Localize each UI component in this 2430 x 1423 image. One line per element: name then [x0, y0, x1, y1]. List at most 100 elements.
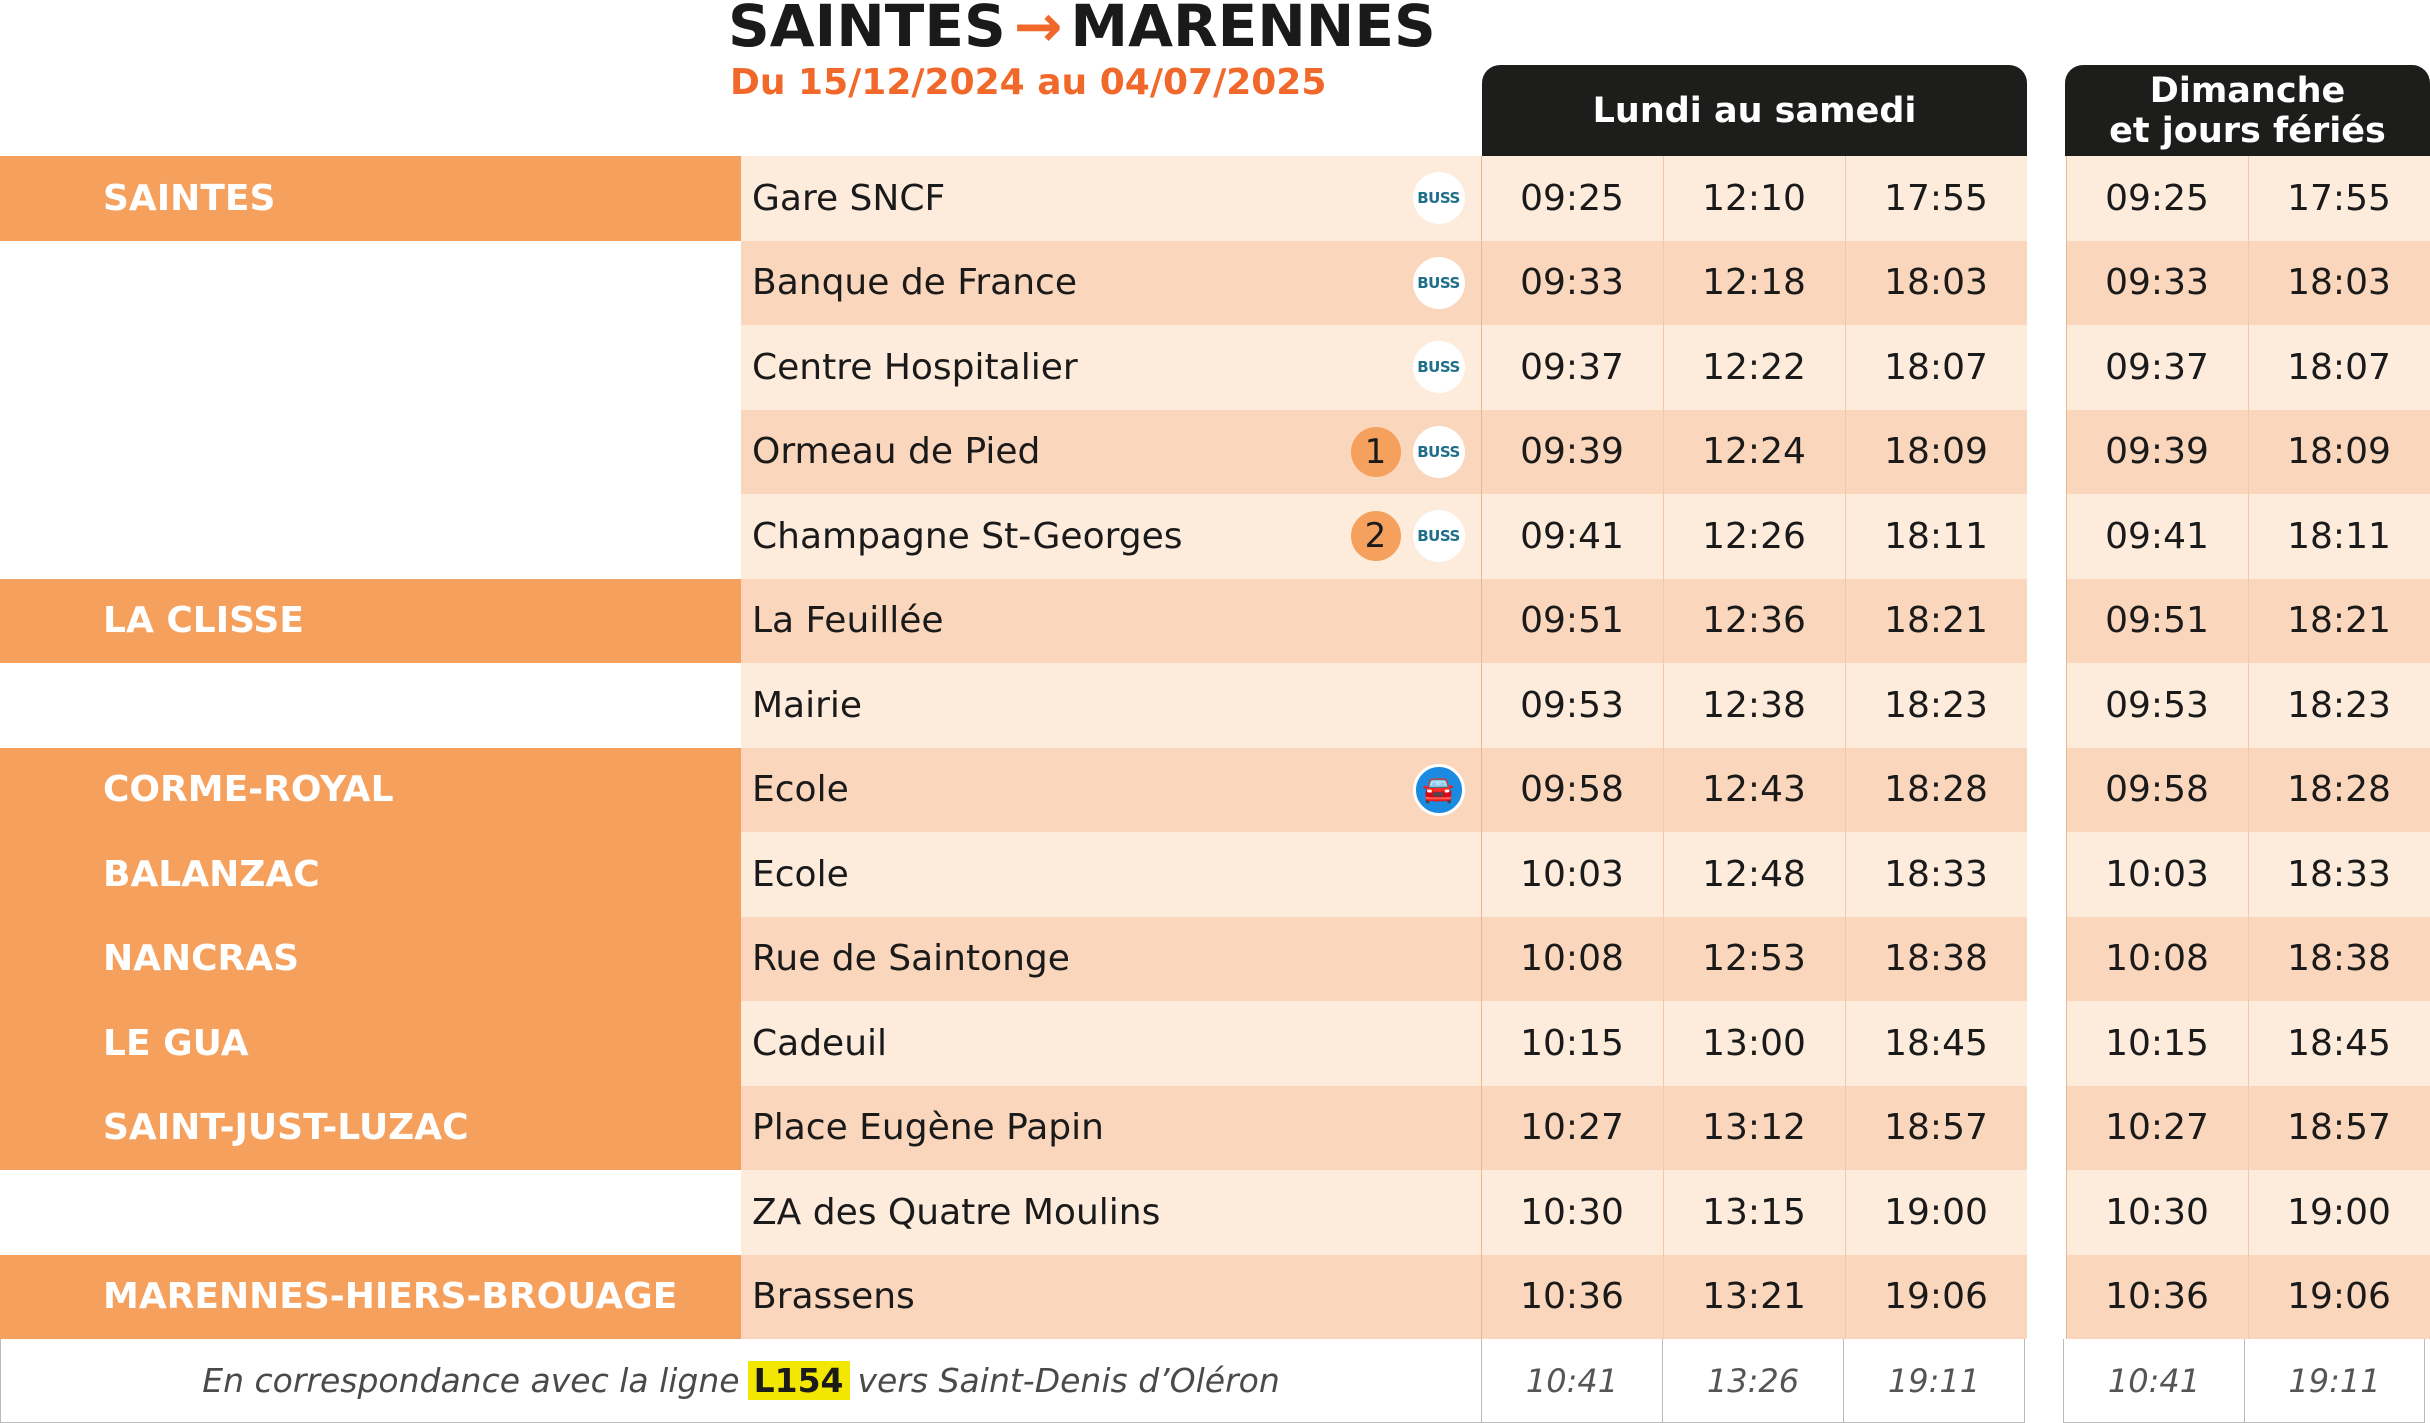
buss-logo-icon: BUSS	[1412, 256, 1465, 309]
departure-time: 09:33	[2065, 240, 2248, 325]
departure-time: 10:15	[2065, 1001, 2248, 1086]
departure-time: 12:26	[1662, 494, 1845, 579]
buss-logo-icon: BUSS	[1412, 172, 1465, 225]
stop-name: Champagne St-Georges	[752, 515, 1183, 557]
town-name: MARENNES-HIERS-BROUAGE	[0, 1254, 741, 1339]
validity-period: Du 15/12/2024 au 04/07/2025	[730, 62, 1327, 103]
connection-time: 13:26	[1662, 1339, 1843, 1423]
column-gap	[2026, 494, 2066, 579]
town-name: LA CLISSE	[0, 578, 741, 663]
departure-time: 10:15	[1480, 1001, 1663, 1086]
stop-name: Cadeuil	[752, 1022, 888, 1064]
connection-note: En correspondance avec la ligne L154 ver…	[0, 1339, 1481, 1423]
stop-name: Ormeau de Pied	[752, 431, 1041, 473]
departure-time: 18:23	[1844, 663, 2027, 748]
stop-name: Ecole	[752, 853, 849, 895]
town-name	[0, 494, 741, 579]
stop-cell: Cadeuil	[741, 1001, 1481, 1086]
departure-time: 10:30	[2065, 1170, 2248, 1255]
table-row: LE GUA Cadeuil 10:15 13:00 18:45 10:15 18:45	[0, 1001, 2430, 1086]
departure-time: 18:11	[2247, 494, 2430, 579]
departure-time: 09:51	[2065, 578, 2248, 663]
departure-time: 17:55	[1844, 156, 2027, 241]
departure-time: 10:08	[1480, 916, 1663, 1001]
departure-time: 18:38	[1844, 916, 2027, 1001]
departure-time: 18:57	[1844, 1085, 2027, 1170]
connection-note-before: En correspondance avec la ligne	[202, 1361, 740, 1400]
departure-time: 18:28	[2247, 747, 2430, 832]
departure-time: 18:33	[1844, 832, 2027, 917]
stop-cell: La Feuillée	[741, 578, 1481, 663]
departure-time: 19:06	[2247, 1254, 2430, 1339]
departure-time: 09:53	[1480, 663, 1663, 748]
departure-time: 18:28	[1844, 747, 2027, 832]
stop-name: Rue de Saintonge	[752, 938, 1070, 980]
stop-cell: Ormeau de Pied 1 BUSS	[741, 409, 1481, 494]
town-name: SAINTES	[0, 156, 741, 241]
stop-name: Brassens	[752, 1276, 915, 1318]
stop-cell: Ecole	[741, 832, 1481, 917]
header-weekdays: Lundi au samedi	[1482, 65, 2027, 156]
column-gap	[2026, 832, 2066, 917]
town-name: CORME-ROYAL	[0, 747, 741, 832]
column-gap	[2026, 1085, 2066, 1170]
stop-cell: Brassens	[741, 1254, 1481, 1339]
town-name	[0, 325, 741, 410]
table-row: Ormeau de Pied 1 BUSS 09:39 12:24 18:09 09:39 1…	[0, 409, 2430, 494]
departure-time: 10:36	[2065, 1254, 2248, 1339]
departure-time: 19:00	[1844, 1170, 2027, 1255]
timetable: SAINTES Gare SNCF BUSS 09:25 12:10 17:55 09:25…	[0, 156, 2430, 1339]
departure-time: 19:06	[1844, 1254, 2027, 1339]
table-row: Mairie 09:53 12:38 18:23 09:53 18:23	[0, 663, 2430, 748]
column-gap	[2026, 1170, 2066, 1255]
buss-logo-icon: BUSS	[1412, 425, 1465, 478]
stop-cell: ZA des Quatre Moulins	[741, 1170, 1481, 1255]
departure-time: 18:09	[2247, 409, 2430, 494]
town-name	[0, 1170, 741, 1255]
column-gap	[2024, 1339, 2063, 1423]
departure-time: 10:03	[1480, 832, 1663, 917]
stop-cell: Gare SNCF BUSS	[741, 156, 1481, 241]
town-name	[0, 409, 741, 494]
stop-name: Mairie	[752, 684, 863, 726]
departure-time: 09:39	[2065, 409, 2248, 494]
connection-time: 10:41	[1481, 1339, 1662, 1423]
departure-time: 09:58	[1480, 747, 1663, 832]
column-gap	[2026, 409, 2066, 494]
departure-time: 12:22	[1662, 325, 1845, 410]
stop-name: Centre Hospitalier	[752, 346, 1078, 388]
town-name: LE GUA	[0, 1001, 741, 1086]
column-gap	[2026, 325, 2066, 410]
departure-time: 18:23	[2247, 663, 2430, 748]
town-name: BALANZAC	[0, 832, 741, 917]
header-sunday: Dimanche et jours fériés	[2065, 65, 2430, 156]
table-row: Banque de France BUSS 09:33 12:18 18:03 09:33…	[0, 240, 2430, 325]
departure-time: 17:55	[2247, 156, 2430, 241]
connection-row: En correspondance avec la ligne L154 ver…	[0, 1339, 2430, 1423]
departure-time: 09:41	[2065, 494, 2248, 579]
departure-time: 09:39	[1480, 409, 1663, 494]
stop-cell: Banque de France BUSS	[741, 240, 1481, 325]
column-gap	[2026, 240, 2066, 325]
title-destination: MARENNES	[1070, 0, 1436, 60]
departure-time: 12:48	[1662, 832, 1845, 917]
departure-time: 09:58	[2065, 747, 2248, 832]
connection-time: 19:11	[1843, 1339, 2024, 1423]
column-gap	[2026, 1001, 2066, 1086]
departure-time: 13:15	[1662, 1170, 1845, 1255]
header-sunday-line2: et jours fériés	[2109, 110, 2386, 151]
table-row: ZA des Quatre Moulins 10:30 13:15 19:00 10:3…	[0, 1170, 2430, 1255]
table-row: LA CLISSE La Feuillée 09:51 12:36 18:21 09:51…	[0, 578, 2430, 663]
buss-logo-icon: BUSS	[1412, 510, 1465, 563]
departure-time: 19:00	[2247, 1170, 2430, 1255]
departure-time: 12:38	[1662, 663, 1845, 748]
departure-time: 18:07	[2247, 325, 2430, 410]
departure-time: 18:57	[2247, 1085, 2430, 1170]
departure-time: 09:33	[1480, 240, 1663, 325]
departure-time: 12:43	[1662, 747, 1845, 832]
departure-time: 18:38	[2247, 916, 2430, 1001]
departure-time: 12:36	[1662, 578, 1845, 663]
departure-time: 18:21	[1844, 578, 2027, 663]
stop-cell: Place Eugène Papin	[741, 1085, 1481, 1170]
departure-time: 09:41	[1480, 494, 1663, 579]
